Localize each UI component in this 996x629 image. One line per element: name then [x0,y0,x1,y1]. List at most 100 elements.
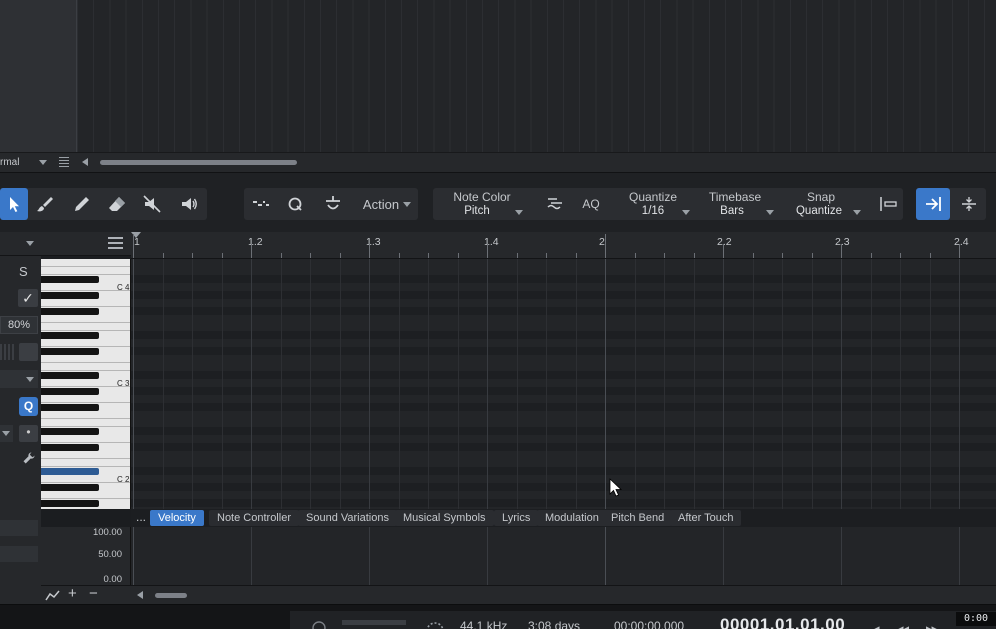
lane-grid-line [251,527,252,585]
tab-modulation[interactable]: Modulation [537,510,607,526]
solo-button[interactable]: S [19,264,28,279]
paint-tool-button[interactable] [28,188,62,220]
ruler-label: 2.2 [717,236,732,248]
eraser-tool-button[interactable] [100,188,134,220]
grid-line [251,259,252,509]
piano-black-key[interactable] [41,428,99,435]
tab-velocity[interactable]: Velocity [150,510,204,526]
ruler-tick [870,253,872,258]
chevron-down-icon[interactable] [515,210,523,215]
tab-after-touch[interactable]: After Touch [670,510,742,526]
velocity-lane[interactable] [131,527,996,585]
toggle-box[interactable] [19,343,38,361]
lane-horizontal-scrollbar[interactable] [155,593,187,598]
edit-action-group: Action [244,188,418,220]
ruler-tick [280,253,282,258]
chevron-down-icon[interactable] [26,241,34,246]
piano-black-key[interactable] [41,292,99,299]
rewind-icon[interactable]: ◂◂ [898,622,909,629]
menu-icon[interactable] [108,237,123,249]
tab-musical-symbols[interactable]: Musical Symbols [395,510,494,526]
quantize-button[interactable] [278,188,312,220]
snap-selector[interactable]: Snap Quantize [788,188,854,220]
quantize-value: 1/16 [641,205,665,217]
velocity-percent-field[interactable]: 80% [0,316,38,334]
more-tabs-button[interactable]: ... [136,510,146,524]
transform-button[interactable] [316,188,350,220]
tab-pitch-bend[interactable]: Pitch Bend [603,510,673,526]
track-mode-label[interactable]: rmal [0,157,19,168]
arrange-horizontal-scrollbar[interactable] [100,160,297,165]
eraser-icon [109,197,125,211]
quantize-selector[interactable]: Quantize 1/16 [623,188,683,220]
note-color-selector[interactable]: Note Color Pitch [447,188,517,220]
chevron-down-icon[interactable] [766,210,774,215]
chevron-down-icon[interactable] [853,210,861,215]
grid-line [310,259,311,509]
audio-quantize-button[interactable]: AQ [579,188,603,220]
piano-keyboard[interactable]: C 4 C 3 C 2 [41,259,131,509]
chevron-down-icon[interactable] [39,160,47,165]
sample-rate: 44.1 kHz [460,619,508,629]
timebase-selector[interactable]: Timebase Bars [705,188,765,220]
ruler-tick [752,253,754,258]
scroll-left-arrow-icon[interactable] [82,158,88,166]
snap-toggle-button[interactable] [875,188,901,220]
piano-white-key-edge [41,370,130,371]
piano-black-key[interactable] [41,276,99,283]
tab-note-controller[interactable]: Note Controller [209,510,299,526]
mute-tool-button[interactable] [135,188,169,220]
follow-playback-button[interactable] [916,188,950,220]
piano-white-key-edge [41,418,130,419]
arrow-tool-button[interactable] [0,188,28,220]
octave-label: C 4 [117,283,130,292]
remove-lane-button[interactable]: − [89,585,98,602]
pencil-tool-button[interactable] [65,188,99,220]
grid-line [782,259,783,509]
note-editor-grid[interactable] [131,259,996,509]
chevron-down-icon[interactable] [682,210,690,215]
scale-label-mid: 50.00 [98,549,122,560]
grid-line [457,259,459,509]
add-lane-button[interactable]: + [68,585,77,602]
chevron-down-icon[interactable] [26,377,34,382]
tool-group [0,188,207,220]
piano-white-key-edge [41,274,130,275]
piano-white-key-edge [41,466,130,467]
list-icon[interactable] [59,157,69,167]
piano-black-key[interactable] [41,500,99,507]
transform-icon [326,196,340,210]
piano-black-key[interactable] [41,372,99,379]
chevron-down-icon[interactable] [2,431,10,436]
legato-button[interactable] [244,188,278,220]
piano-black-key[interactable] [41,348,99,355]
action-menu[interactable]: Action [354,188,408,220]
tab-lyrics[interactable]: Lyrics [494,510,539,526]
chevron-down-icon[interactable] [403,202,411,207]
piano-black-key[interactable] [41,332,99,339]
checkmark-icon[interactable]: ✓ [18,289,38,307]
piano-black-key[interactable] [41,484,99,491]
piano-black-key[interactable] [41,444,99,451]
length-button[interactable] [538,188,572,220]
quantize-toggle-button[interactable]: Q [19,397,38,416]
arrange-timeline-grid[interactable] [77,0,996,152]
wrench-icon[interactable] [19,451,38,468]
piano-black-key[interactable] [41,308,99,315]
listen-tool-button[interactable] [172,188,206,220]
ruler-tick [575,253,577,258]
piano-black-key[interactable] [41,388,99,395]
fast-forward-icon[interactable]: ▸▸ [926,622,937,629]
line-draw-icon[interactable] [45,588,61,602]
tab-sound-variations[interactable]: Sound Variations [298,510,397,526]
length-icon [547,198,562,210]
position-display[interactable]: 00001.01.01.00 [720,615,845,629]
piano-white-key-edge [41,458,130,459]
scroll-left-arrow-icon[interactable] [137,591,143,599]
piano-black-key[interactable] [41,404,99,411]
collapse-lanes-button[interactable] [952,188,986,220]
dot-button[interactable]: • [19,425,38,442]
piano-black-key[interactable] [41,468,99,475]
rewind-start-icon[interactable]: ◂ [874,622,880,629]
timeline-ruler[interactable]: 1 1.2 1.3 1.4 2 2.2 2.3 2.4 [131,232,996,259]
